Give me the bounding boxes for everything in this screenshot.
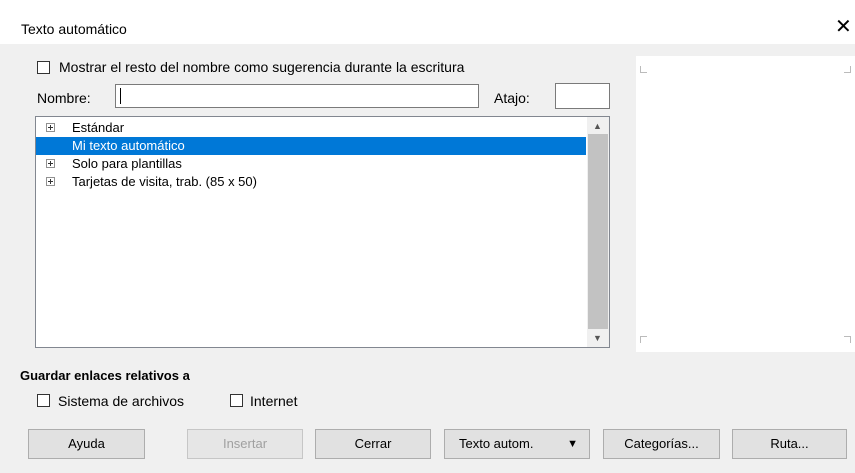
shortcut-label: Atajo: [494,90,530,106]
list-item-label: Solo para plantillas [72,156,182,171]
show-remainder-checkbox[interactable] [37,61,50,74]
expand-icon[interactable] [46,177,55,186]
list-item-selected[interactable]: Mi texto automático [36,137,586,155]
scroll-down-icon[interactable]: ▼ [593,333,602,343]
path-button[interactable]: Ruta... [732,429,847,459]
expand-icon[interactable] [46,123,55,132]
name-input[interactable] [115,84,479,108]
list-item[interactable]: Tarjetas de visita, trab. (85 x 50) [36,173,586,191]
name-label: Nombre: [37,90,91,106]
scrollbar-thumb[interactable] [588,134,608,329]
preview-pane [636,56,855,352]
section-title: Guardar enlaces relativos a [20,368,190,383]
crop-mark-icon [844,66,851,73]
shortcut-input[interactable] [555,83,610,109]
filesystem-checkbox[interactable] [37,394,50,407]
window-title: Texto automático [21,21,127,37]
crop-mark-icon [640,66,647,73]
categories-button[interactable]: Categorías... [603,429,720,459]
internet-checkbox[interactable] [230,394,243,407]
expand-icon[interactable] [46,159,55,168]
autotext-menu-button[interactable]: Texto autom. ▼ [444,429,590,459]
close-icon[interactable]: ✕ [835,17,852,37]
list-item[interactable]: Estándar [36,119,586,137]
text-caret [120,88,121,104]
internet-label: Internet [250,393,298,409]
list-item-label: Tarjetas de visita, trab. (85 x 50) [72,174,257,189]
scroll-up-icon[interactable]: ▲ [593,121,602,131]
autotext-label: Texto autom. [459,436,534,451]
crop-mark-icon [640,336,647,343]
list-item-label: Mi texto automático [72,138,185,153]
insert-button[interactable]: Insertar [187,429,303,459]
help-button[interactable]: Ayuda [28,429,145,459]
dropdown-arrow-icon: ▼ [567,438,578,450]
crop-mark-icon [844,336,851,343]
filesystem-label: Sistema de archivos [58,393,185,409]
list-item-label: Estándar [72,120,125,135]
close-button[interactable]: Cerrar [315,429,431,459]
title-bar [0,0,855,44]
autotext-tree[interactable]: Estándar Mi texto automático Solo para p… [35,116,610,348]
list-item[interactable]: Solo para plantillas [36,155,586,173]
show-remainder-label: Mostrar el resto del nombre como sugeren… [59,59,465,75]
